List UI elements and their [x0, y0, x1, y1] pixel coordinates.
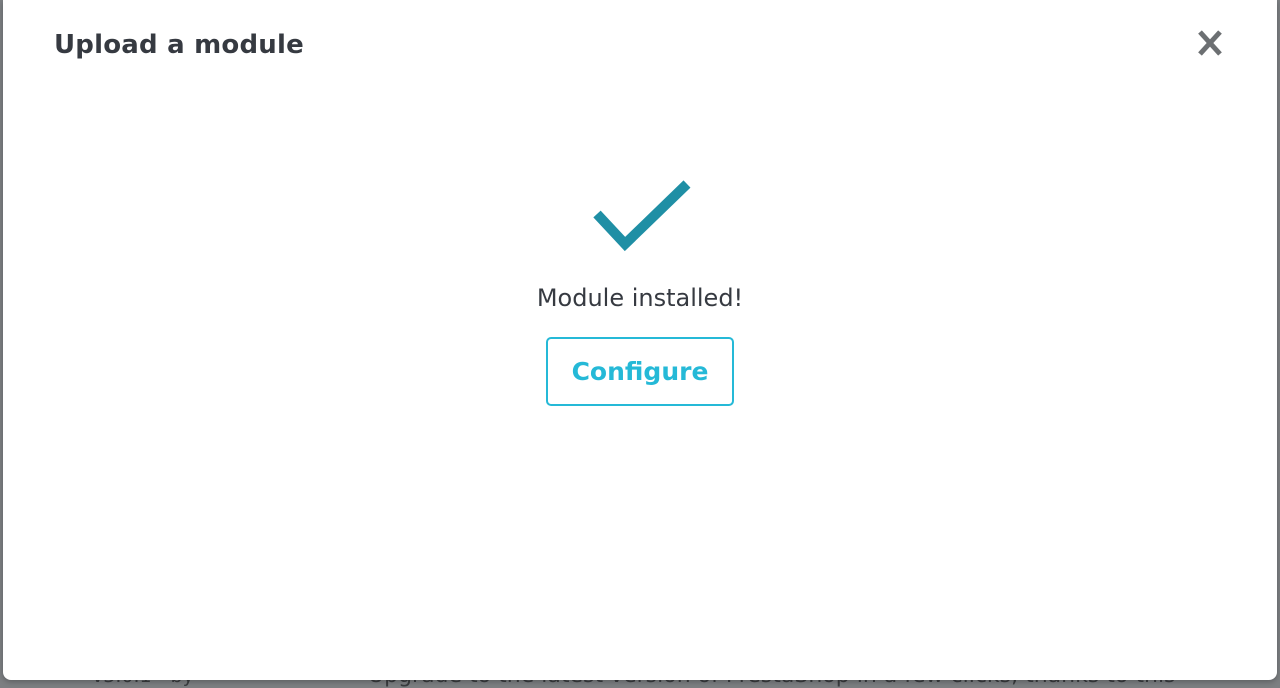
- module-installed-message: Module installed!: [536, 284, 744, 312]
- upload-module-modal: Upload a module Module installed! Config…: [3, 0, 1277, 680]
- close-icon: [1191, 26, 1229, 62]
- checkmark-icon: [591, 178, 695, 262]
- configure-button[interactable]: Configure: [546, 337, 734, 406]
- modal-title: Upload a module: [54, 30, 304, 60]
- close-button[interactable]: [1191, 26, 1229, 62]
